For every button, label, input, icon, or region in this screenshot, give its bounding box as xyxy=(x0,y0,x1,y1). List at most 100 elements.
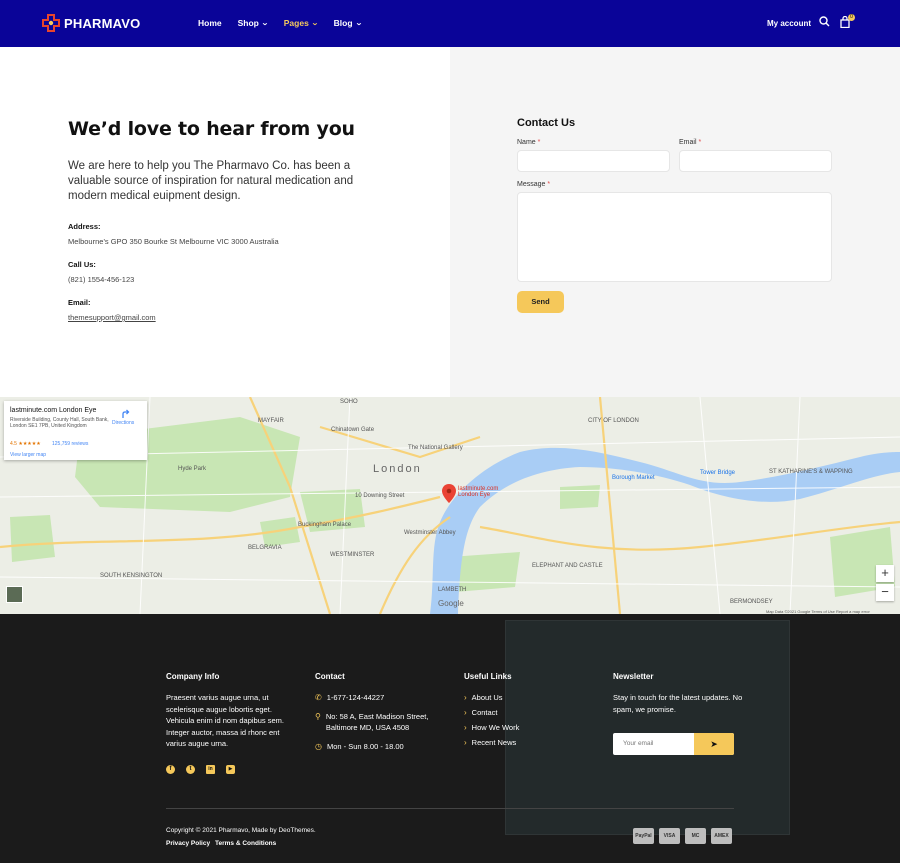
name-field[interactable] xyxy=(517,150,670,172)
chevron-right-icon: › xyxy=(464,738,467,747)
nav-shop[interactable]: Shop ⌄ xyxy=(238,18,269,28)
nav-blog-label: Blog xyxy=(333,18,353,28)
directions-link[interactable]: Directions xyxy=(112,420,134,426)
email-link[interactable]: themesupport@gmail.com xyxy=(68,313,156,322)
terms-link[interactable]: Terms & Conditions xyxy=(215,840,276,847)
footer-links-title: Useful Links xyxy=(464,672,512,681)
chevron-right-icon: › xyxy=(464,708,467,717)
email-field[interactable] xyxy=(679,150,832,172)
required-mark: * xyxy=(698,139,702,146)
footer-link-label: About Us xyxy=(471,693,503,702)
send-icon: ➤ xyxy=(710,739,718,749)
call-label: Call Us: xyxy=(68,260,96,269)
chevron-right-icon: › xyxy=(464,693,467,702)
map-label-belgravia: BELGRAVIA xyxy=(248,545,282,551)
search-icon[interactable] xyxy=(819,16,830,27)
map-label-borough: Borough Market xyxy=(612,475,655,481)
chevron-down-icon: ⌄ xyxy=(260,20,269,27)
footer-company-text: Praesent varius augue urna, ut scelerisq… xyxy=(166,693,284,748)
email-label: Email: xyxy=(68,298,91,307)
required-mark: * xyxy=(547,181,551,188)
map-label-national-gallery: The National Gallery xyxy=(408,445,463,451)
footer-link-how-we-work[interactable]: › How We Work xyxy=(464,722,519,733)
clock-icon: ◷ xyxy=(315,742,322,751)
map-pin-label: lastminute.com London Eye xyxy=(458,486,499,498)
nav-home-label: Home xyxy=(198,18,222,28)
view-larger-map-link[interactable]: View larger map xyxy=(10,452,46,458)
nav-blog[interactable]: Blog ⌄ xyxy=(333,18,363,28)
map-label-st-katharine: ST KATHARINE'S & WAPPING xyxy=(769,469,853,475)
map-label-hyde-park: Hyde Park xyxy=(178,466,207,472)
newsletter-submit-button[interactable]: ➤ xyxy=(694,733,734,755)
message-field[interactable] xyxy=(517,192,832,282)
footer-link-contact[interactable]: › Contact xyxy=(464,707,498,718)
send-button[interactable]: Send xyxy=(517,291,564,313)
footer-link-about[interactable]: › About Us xyxy=(464,692,503,703)
name-label-text: Name xyxy=(517,139,536,146)
form-title: Contact Us xyxy=(517,117,576,129)
newsletter-form: Your email ➤ xyxy=(613,733,734,755)
map-label-tower-bridge: Tower Bridge xyxy=(700,470,736,476)
map-label-elephant: ELEPHANT AND CASTLE xyxy=(532,563,603,569)
footer-address-text: No: 58 A, East Madison Street, Baltimore… xyxy=(325,712,429,732)
address-value: Melbourne's GPO 350 Bourke St Melbourne … xyxy=(68,237,279,246)
footer-link-label: Recent News xyxy=(471,738,517,747)
footer-hours: ◷ Mon - Sun 8.00 - 18.00 xyxy=(315,741,404,752)
linkedin-icon[interactable]: in xyxy=(206,765,215,774)
contact-intro: We’d love to hear from you We are here t… xyxy=(0,47,450,397)
map-label-westminster: WESTMINSTER xyxy=(330,552,375,558)
intro-description: We are here to help you The Pharmavo Co.… xyxy=(68,160,354,202)
paypal-icon: PayPal xyxy=(633,828,654,844)
email-label-text: Email xyxy=(679,139,697,146)
footer-newsletter-text: Stay in touch for the latest updates. No… xyxy=(613,693,743,714)
directions-icon[interactable] xyxy=(121,409,130,419)
footer-address: ⚲ No: 58 A, East Madison Street, Baltimor… xyxy=(315,711,445,733)
name-label: Name * xyxy=(517,139,540,146)
my-account-link[interactable]: My account xyxy=(767,19,811,28)
map-label-buckingham: Buckingham Palace xyxy=(298,522,352,528)
footer-hours-text: Mon - Sun 8.00 - 18.00 xyxy=(326,742,404,751)
chevron-right-icon: › xyxy=(464,723,467,732)
place-address: Riverside Building, County Hall, South B… xyxy=(10,417,109,429)
map-label-mayfair: MAYFAIR xyxy=(258,418,284,424)
footer-link-label: How We Work xyxy=(471,723,520,732)
google-logo: Google xyxy=(438,599,464,608)
nav-pages-label: Pages xyxy=(283,18,309,28)
nav-home[interactable]: Home xyxy=(198,18,222,28)
footer-background-image xyxy=(505,620,790,835)
map-label-soho: SOHO xyxy=(340,399,358,405)
footer-company-title: Company Info xyxy=(166,672,220,681)
footer-link-recent-news[interactable]: › Recent News xyxy=(464,737,516,748)
phone-value: (821) 1554-456-123 xyxy=(68,275,135,284)
place-rating: 4.5 ★★★★★ xyxy=(10,441,41,447)
facebook-icon[interactable]: f xyxy=(166,765,175,774)
copyright: Copyright © 2021 Pharmavo, Made by DeoTh… xyxy=(166,827,316,834)
youtube-icon[interactable]: ▶ xyxy=(226,765,235,774)
place-reviews[interactable]: 125,759 reviews xyxy=(52,441,88,447)
place-title: lastminute.com London Eye xyxy=(10,407,97,414)
embedded-map[interactable]: London CITY OF LONDON MAYFAIR WESTMINSTE… xyxy=(0,397,900,614)
contact-form: Contact Us Name * Email * Message * Send xyxy=(450,47,900,397)
footer-newsletter-title: Newsletter xyxy=(613,672,654,681)
visa-icon: VISA xyxy=(659,828,680,844)
map-layer-thumbnail[interactable] xyxy=(6,586,23,603)
phone-icon: ✆ xyxy=(315,693,322,702)
map-label-south-kensington: SOUTH KENSINGTON xyxy=(100,573,163,579)
newsletter-email-input[interactable]: Your email xyxy=(623,740,653,747)
privacy-policy-link[interactable]: Privacy Policy xyxy=(166,840,210,847)
main-nav: Home Shop ⌄ Pages ⌄ Blog ⌄ xyxy=(198,18,377,28)
map-label-downing: 10 Downing Street xyxy=(355,493,405,499)
chevron-down-icon: ⌄ xyxy=(310,20,319,27)
logo-icon xyxy=(42,14,60,32)
mastercard-icon: MC xyxy=(685,828,706,844)
zoom-in-button[interactable]: + xyxy=(876,565,894,582)
required-mark: * xyxy=(537,139,541,146)
map-label-city: CITY OF LONDON xyxy=(588,418,639,424)
amex-icon: AMEX xyxy=(711,828,732,844)
footer-divider xyxy=(166,808,734,809)
zoom-out-button[interactable]: − xyxy=(876,584,894,601)
nav-pages[interactable]: Pages ⌄ xyxy=(283,18,319,28)
footer-phone-text: 1-677-124-44227 xyxy=(326,693,385,702)
twitter-icon[interactable]: t xyxy=(186,765,195,774)
logo[interactable]: PHARMAVO xyxy=(42,14,140,32)
